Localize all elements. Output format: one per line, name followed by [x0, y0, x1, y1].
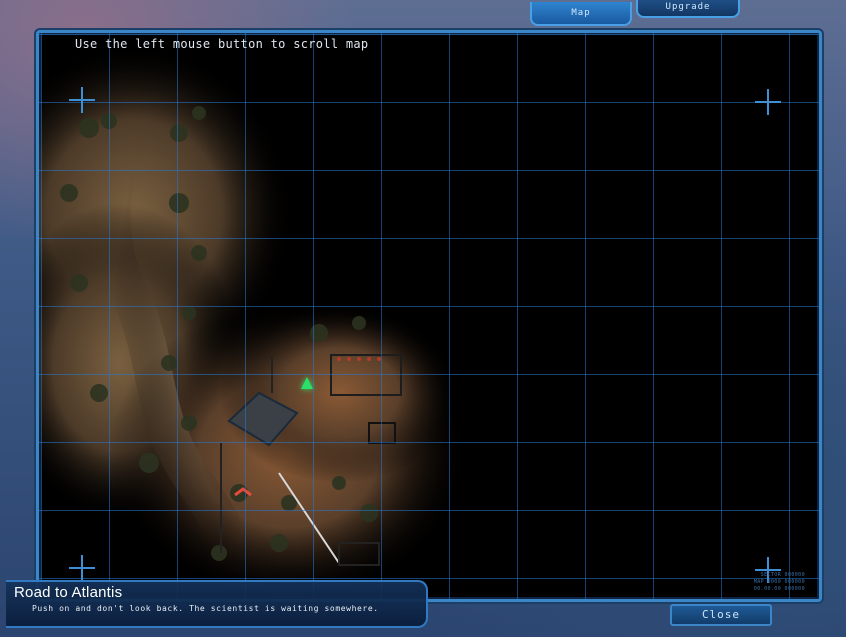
- sector-readout-line: SECTOR 000000: [760, 572, 805, 578]
- tab-map[interactable]: Map: [530, 2, 632, 26]
- map-hint: Use the left mouse button to scroll map: [75, 37, 369, 51]
- tab-upgrade[interactable]: Upgrade: [636, 0, 740, 18]
- mission-title: Road to Atlantis: [14, 584, 123, 601]
- player-position-icon: [301, 377, 313, 389]
- sector-readout-line: MAP 0000 000000: [753, 579, 805, 585]
- sector-readout: SECTOR 000000 MAP 0000 000000 00.00.00 0…: [754, 572, 805, 593]
- explored-terrain: [39, 43, 469, 599]
- map-viewport[interactable]: Use the left mouse button to scroll map …: [36, 30, 822, 602]
- sector-readout-line: 00.00.00 000000: [753, 586, 805, 592]
- mission-panel: Road to Atlantis Push on and don't look …: [6, 580, 428, 628]
- close-button[interactable]: Close: [670, 604, 772, 626]
- mission-description: Push on and don't look back. The scienti…: [32, 604, 379, 613]
